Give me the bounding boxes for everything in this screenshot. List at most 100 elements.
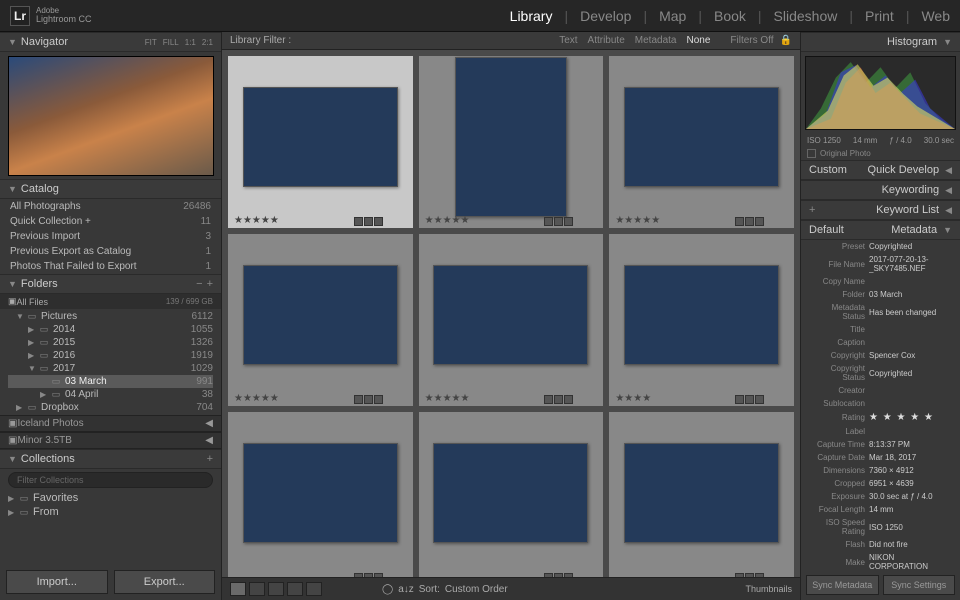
collapsed-disk-row[interactable]: ▣ Iceland Photos◀: [0, 415, 221, 432]
thumbnail-image[interactable]: [624, 443, 779, 543]
module-slideshow[interactable]: Slideshow: [774, 8, 838, 24]
badge-icon[interactable]: [374, 573, 383, 577]
metadata-value[interactable]: 03 March: [869, 290, 954, 299]
metadata-value[interactable]: ★ ★ ★ ★ ★: [869, 412, 954, 423]
badge-icon[interactable]: [755, 395, 764, 404]
filters-off-toggle[interactable]: Filters Off: [730, 35, 773, 46]
module-map[interactable]: Map: [659, 8, 686, 24]
thumbnail-cell[interactable]: ★★★★★: [419, 234, 604, 406]
metadata-value[interactable]: Has been changed: [869, 308, 954, 317]
rating-stars[interactable]: ★★★★★: [234, 215, 279, 226]
thumbnail-image[interactable]: [433, 443, 588, 543]
metadata-value[interactable]: 2017-077-20-13-_SKY7485.NEF: [869, 255, 954, 273]
quick-develop-header[interactable]: Custom Quick Develop ◀: [801, 160, 960, 180]
disclosure-arrow-icon[interactable]: ▶: [16, 403, 26, 412]
badge-icon[interactable]: [374, 395, 383, 404]
rating-stars[interactable]: ★★★★★: [425, 215, 470, 226]
disclosure-arrow-icon[interactable]: ▶: [28, 351, 38, 360]
filter-tab-text[interactable]: Text: [559, 35, 577, 46]
collections-header[interactable]: ▼ Collections +: [0, 449, 221, 469]
minus-icon[interactable]: −: [196, 278, 202, 290]
metadata-value[interactable]: Spencer Cox: [869, 351, 954, 360]
module-web[interactable]: Web: [921, 8, 950, 24]
thumbnail-cell[interactable]: ★★★★★: [228, 234, 413, 406]
original-photo-toggle[interactable]: Original Photo: [801, 147, 960, 160]
thumbnail-cell[interactable]: ★★★★★: [419, 56, 604, 228]
thumbnail-cell[interactable]: ★★★★: [609, 234, 794, 406]
folder-row[interactable]: ▼▭Pictures6112: [8, 310, 213, 323]
people-view-icon[interactable]: [306, 582, 322, 596]
badge-icon[interactable]: [745, 217, 754, 226]
badge-icon[interactable]: [745, 395, 754, 404]
thumbnail-image[interactable]: [243, 265, 398, 365]
histogram-header[interactable]: Histogram ▼: [801, 32, 960, 52]
disk-bar[interactable]: ▣ All Files 139 / 699 GB: [0, 294, 221, 309]
badge-icon[interactable]: [564, 395, 573, 404]
filter-tab-metadata[interactable]: Metadata: [635, 35, 677, 46]
rating-stars[interactable]: ★★★★★: [425, 393, 470, 404]
metadata-value[interactable]: 14 mm: [869, 505, 954, 514]
nav-zoom-1:1[interactable]: 1:1: [185, 38, 196, 47]
badge-icon[interactable]: [755, 217, 764, 226]
thumbnail-cell[interactable]: [419, 412, 604, 577]
collections-filter-input[interactable]: Filter Collections: [8, 472, 213, 488]
badge-icon[interactable]: [735, 395, 744, 404]
badge-icon[interactable]: [354, 395, 363, 404]
badge-icon[interactable]: [544, 573, 553, 577]
collection-row[interactable]: ▶▭Favorites: [8, 491, 213, 505]
module-library[interactable]: Library: [510, 8, 553, 24]
plus-icon[interactable]: +: [207, 278, 213, 290]
catalog-row[interactable]: Photos That Failed to Export1: [0, 259, 221, 274]
badge-icon[interactable]: [564, 573, 573, 577]
catalog-row[interactable]: Previous Export as Catalog1: [0, 244, 221, 259]
sync-metadata-button[interactable]: Sync Metadata: [806, 575, 879, 595]
sort-direction-icon[interactable]: a↓z: [398, 584, 414, 595]
disclosure-arrow-icon[interactable]: ▶: [40, 390, 50, 399]
badge-icon[interactable]: [554, 573, 563, 577]
thumbnail-image[interactable]: [243, 87, 398, 187]
badge-icon[interactable]: [755, 573, 764, 577]
thumbnail-grid[interactable]: ★★★★★★★★★★★★★★★★★★★★★★★★★★★★★: [222, 50, 800, 577]
rating-stars[interactable]: ★★★★★: [615, 215, 660, 226]
folder-row[interactable]: ▶▭20161919: [8, 349, 213, 362]
nav-zoom-2:1[interactable]: 2:1: [202, 38, 213, 47]
compare-view-icon[interactable]: [268, 582, 284, 596]
sync-settings-button[interactable]: Sync Settings: [883, 575, 956, 595]
keywording-header[interactable]: Keywording ◀: [801, 180, 960, 200]
metadata-value[interactable]: 30.0 sec at ƒ / 4.0: [869, 492, 954, 501]
folder-row[interactable]: ▶▭20141055: [8, 323, 213, 336]
badge-icon[interactable]: [374, 217, 383, 226]
folder-row[interactable]: ▶▭04 April38: [8, 388, 213, 401]
catalog-header[interactable]: ▼ Catalog: [0, 179, 221, 199]
thumbnail-cell[interactable]: [228, 412, 413, 577]
metadata-value[interactable]: ISO 1250: [869, 523, 954, 532]
rating-stars[interactable]: ★★★★: [615, 393, 651, 404]
catalog-row[interactable]: Previous Import3: [0, 229, 221, 244]
collapsed-disk-row[interactable]: ▣ Minor 3.5TB◀: [0, 432, 221, 449]
badge-icon[interactable]: [564, 217, 573, 226]
badge-icon[interactable]: [554, 217, 563, 226]
collection-row[interactable]: ▶▭From: [8, 505, 213, 519]
metadata-value[interactable]: Did not fire: [869, 540, 954, 549]
folder-row[interactable]: ▭03 March991: [8, 375, 213, 388]
module-print[interactable]: Print: [865, 8, 894, 24]
badge-icon[interactable]: [735, 573, 744, 577]
thumbnail-image[interactable]: [243, 443, 398, 543]
filter-tab-none[interactable]: None: [686, 35, 710, 46]
badge-icon[interactable]: [354, 573, 363, 577]
navigator-header[interactable]: ▼ Navigator FITFILL1:12:1: [0, 32, 221, 52]
badge-icon[interactable]: [544, 217, 553, 226]
disclosure-arrow-icon[interactable]: ▼: [16, 312, 26, 321]
thumbnail-image[interactable]: [433, 265, 588, 365]
metadata-value[interactable]: Copyrighted: [869, 369, 954, 378]
thumbnail-image[interactable]: [455, 57, 567, 217]
filter-tab-attribute[interactable]: Attribute: [588, 35, 625, 46]
sort-control[interactable]: ◯ a↓z Sort: Custom Order: [382, 584, 508, 595]
nav-zoom-fill[interactable]: FILL: [163, 38, 179, 47]
thumbnail-image[interactable]: [624, 265, 779, 365]
metadata-value[interactable]: 6951 × 4639: [869, 479, 954, 488]
metadata-value[interactable]: 8:13:37 PM: [869, 440, 954, 449]
badge-icon[interactable]: [554, 395, 563, 404]
thumbnail-cell[interactable]: ★★★★★: [228, 56, 413, 228]
folder-row[interactable]: ▶▭20151326: [8, 336, 213, 349]
